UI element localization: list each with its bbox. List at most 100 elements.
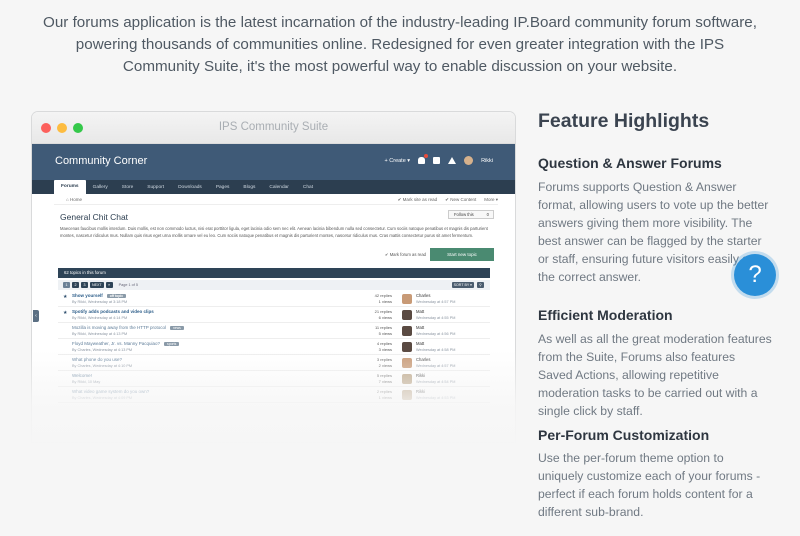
sort-button: SORT BY ▾ <box>451 282 474 288</box>
last-poster: Matt <box>416 309 425 314</box>
last-post-date: Wednesday at 4:57 PM <box>416 363 456 368</box>
last-poster: Matt <box>416 325 425 330</box>
topic-title: Welcome! <box>72 373 92 378</box>
topic-stats: 2 replies 1 views <box>376 389 392 400</box>
create-menu: + Create ▾ <box>384 157 411 164</box>
topic-meta: By Rikki, Wednesday at 4:14 PM <box>72 316 128 320</box>
messages-icon <box>433 157 441 164</box>
feature-qa-heading: Question & Answer Forums <box>538 155 722 171</box>
site-name: Community Corner <box>55 155 148 167</box>
last-post-date: Wednesday at 4:53 PM <box>416 395 456 400</box>
topic-meta: By Rikki, 10 May <box>72 380 101 384</box>
unread-star-icon: ★ <box>63 294 68 300</box>
mark-site-read: ✔ Mark site as read <box>397 197 438 202</box>
last-post-date: Wednesday at 4:55 PM <box>416 315 456 320</box>
table-row: Floyd Mayweather, Jr. vs. Manny Pacquiao… <box>58 339 490 355</box>
help-button[interactable]: ? <box>734 254 776 296</box>
last-post-date: Wednesday at 4:57 PM <box>416 299 456 304</box>
topic-stats: 21 replies 6 views <box>374 309 392 320</box>
avatar <box>402 358 412 368</box>
breadcrumb-home: ⌂ Home <box>66 196 82 202</box>
last-poster: Rikki <box>416 389 426 394</box>
site-header: Community Corner + Create ▾ Rikki <box>32 144 515 180</box>
browser-mockup: IPS Community Suite Community Corner + C… <box>32 112 515 442</box>
avatar <box>402 326 412 336</box>
table-row: ★ Spotify adds podcasts and video clips … <box>58 307 490 323</box>
notifications-icon <box>418 154 429 164</box>
last-poster: Matt <box>416 341 425 346</box>
new-content: ✔ New Content <box>445 197 477 202</box>
start-topic-button: Start new topic <box>430 248 494 261</box>
last-post-date: Wednesday at 4:58 PM <box>416 347 456 352</box>
topic-stats: 5 replies 7 views <box>376 373 392 384</box>
breadcrumb: ⌂ Home ✔ Mark site as read ✔ New Content… <box>54 194 498 205</box>
browser-title: IPS Community Suite <box>218 121 329 133</box>
intro-text: Our forums application is the latest inc… <box>43 14 757 75</box>
forum-title: General Chit Chat <box>60 212 129 222</box>
page-2: 2 <box>72 282 79 288</box>
pagination: 1 2 3 NEXT » Page 1 of 5 SORT BY ▾ ⚲ <box>58 280 490 290</box>
user-name: Rikki <box>481 157 493 164</box>
table-row: Mozilla is moving away from the HTTP pro… <box>58 323 490 339</box>
last-poster: Charles <box>416 293 431 298</box>
table-row: Welcome! By Rikki, 10 May 5 replies 7 vie… <box>58 371 490 387</box>
nav-gallery: Gallery <box>92 184 108 190</box>
nav-downloads: Downloads <box>178 184 202 190</box>
reports-icon <box>448 157 457 164</box>
topic-meta: By Charles, Wednesday at 4:10 PM <box>72 364 133 368</box>
feature-moderation-heading: Efficient Moderation <box>538 307 673 323</box>
topic-title: Spotify adds podcasts and video clips <box>72 309 154 314</box>
page-1: 1 <box>63 282 70 288</box>
topic-meta: By Charles, Wednesday at 4:13 PM <box>72 348 133 352</box>
user-avatar <box>464 156 474 165</box>
avatar <box>402 294 412 304</box>
header-actions: + Create ▾ Rikki <box>384 154 493 165</box>
page-last: » <box>105 282 113 288</box>
forum-description: Maecenas faucibus mollis interdum. Duis … <box>60 226 488 238</box>
avatar <box>402 390 412 400</box>
feature-moderation-body: As well as all the great moderation feat… <box>538 332 772 418</box>
topic-tag: sports <box>164 342 180 346</box>
feature-highlights-title: Feature Highlights <box>538 110 710 132</box>
more-menu: More ▾ <box>484 197 498 202</box>
topic-title: Show yourself off topic <box>72 293 127 298</box>
topic-stats: 4 replies 3 views <box>376 341 392 352</box>
forum-content: ⌂ Home ✔ Mark site as read ✔ New Content… <box>54 194 498 403</box>
nav-store: Store <box>121 184 134 190</box>
nav-forums: Forums <box>54 180 86 194</box>
filter-icon: ⚲ <box>477 282 484 288</box>
last-post-date: Wednesday at 4:54 PM <box>416 379 456 384</box>
follow-button: Follow this 0 <box>448 210 494 219</box>
page-next: NEXT <box>90 282 104 288</box>
topic-stats: 42 replies 1 views <box>374 293 392 304</box>
browser-chrome: IPS Community Suite <box>32 112 515 144</box>
page-3: 3 <box>81 282 88 288</box>
table-row: What video game system do you own? By Ch… <box>58 387 490 403</box>
topic-tag: off topic <box>106 294 127 298</box>
nav-calendar: Calendar <box>269 184 289 190</box>
topic-meta: By Rikki, Wednesday at 3:18 PM <box>72 300 128 304</box>
main-nav: Forums Gallery Store Support Downloads P… <box>32 180 515 194</box>
nav-blogs: Blogs <box>243 184 256 190</box>
last-poster: Charles <box>416 357 431 362</box>
table-row: ★ Show yourself off topic By Rikki, Wedne… <box>58 291 490 307</box>
question-mark-icon: ? <box>748 261 762 288</box>
feature-customization-body: Use the per-forum theme option to unique… <box>538 451 761 519</box>
feature-customization-heading: Per-Forum Customization <box>538 427 710 443</box>
table-row: What phone do you use? By Charles, Wedne… <box>58 355 490 371</box>
topic-list-header: 62 topics in this forum <box>58 268 490 278</box>
topic-meta: By Charles, Wednesday at 4:09 PM <box>72 396 133 400</box>
topic-tag: news <box>169 326 184 330</box>
nav-pages: Pages <box>215 184 230 190</box>
topic-title: What phone do you use? <box>72 357 123 362</box>
avatar <box>402 310 412 320</box>
sidebar-toggle-icon: ‹ <box>33 310 39 322</box>
topic-stats: 3 replies 2 views <box>376 357 392 368</box>
nav-chat: Chat <box>302 184 314 190</box>
nav-support: Support <box>147 184 165 190</box>
topic-title: What video game system do you own? <box>72 389 150 394</box>
topic-title: Mozilla is moving away from the HTTP pro… <box>72 325 184 330</box>
topic-meta: By Rikki, Wednesday at 4:13 PM <box>72 332 128 336</box>
topic-list: ★ Show yourself off topic By Rikki, Wedne… <box>58 291 490 403</box>
avatar <box>402 342 412 352</box>
